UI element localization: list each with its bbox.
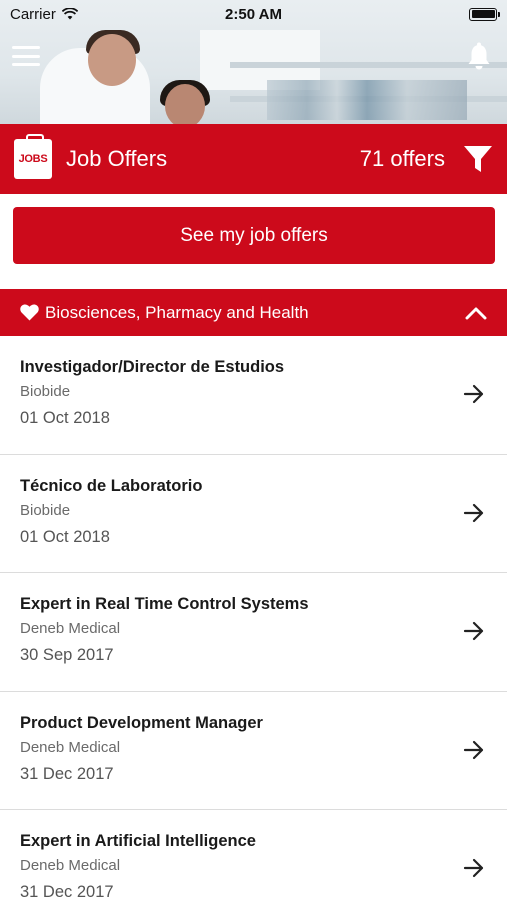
bell-icon[interactable] xyxy=(465,42,493,72)
arrow-right-icon xyxy=(463,858,484,878)
offer-date: 01 Oct 2018 xyxy=(20,409,110,427)
job-title: Técnico de Laboratorio xyxy=(20,476,203,495)
wifi-icon xyxy=(61,8,78,20)
see-my-job-offers-button[interactable]: See my job offers xyxy=(13,207,495,264)
job-offer-row[interactable]: Expert in Real Time Control Systems Dene… xyxy=(0,573,507,692)
hamburger-icon-line xyxy=(12,63,40,66)
hamburger-icon-line xyxy=(12,54,40,58)
category-label: Biosciences, Pharmacy and Health xyxy=(45,302,309,322)
carrier-label: Carrier xyxy=(10,5,56,23)
category-header-biosciences[interactable]: Biosciences, Pharmacy and Health xyxy=(0,289,507,336)
arrow-right-icon xyxy=(463,740,484,759)
page-title: Job Offers xyxy=(66,146,168,171)
job-offer-row[interactable]: Product Development Manager Deneb Medica… xyxy=(0,691,507,810)
company-name: Deneb Medical xyxy=(20,738,121,756)
status-bar: Carrier 2:50 AM xyxy=(0,0,507,28)
menu-button[interactable] xyxy=(12,44,40,68)
job-offer-row[interactable]: Técnico de Laboratorio Biobide 01 Oct 20… xyxy=(0,454,507,573)
filter-icon[interactable] xyxy=(463,144,493,174)
heart-icon xyxy=(20,304,39,321)
arrow-right-icon xyxy=(463,503,484,522)
job-offer-list: Investigador/Director de Estudios Biobid… xyxy=(0,336,507,900)
offer-date: 31 Dec 2017 xyxy=(20,764,114,783)
arrow-right-icon xyxy=(463,384,484,404)
jobs-badge-label: JOBS xyxy=(18,153,48,165)
chevron-up-icon[interactable] xyxy=(465,306,487,320)
battery-icon xyxy=(469,7,500,21)
offers-count: 71 offers xyxy=(359,146,445,171)
job-title: Investigador/Director de Estudios xyxy=(20,358,285,376)
job-offer-row[interactable]: Expert in Artificial Intelligence Deneb … xyxy=(0,810,507,900)
company-name: Biobide xyxy=(20,383,71,400)
job-title: Expert in Artificial Intelligence xyxy=(20,832,256,850)
jobs-briefcase-icon: JOBS xyxy=(14,134,52,179)
job-offer-row[interactable]: Investigador/Director de Estudios Biobid… xyxy=(0,336,507,455)
job-offers-header: JOBS Job Offers 71 offers xyxy=(0,124,507,194)
offer-date: 31 Dec 2017 xyxy=(20,883,114,900)
company-name: Deneb Medical xyxy=(20,857,121,874)
company-name: Deneb Medical xyxy=(20,620,121,637)
job-title: Product Development Manager xyxy=(20,713,263,732)
company-name: Biobide xyxy=(20,501,71,519)
arrow-right-icon xyxy=(463,621,484,641)
offer-date: 30 Sep 2017 xyxy=(20,646,114,664)
hamburger-icon-line xyxy=(12,46,40,49)
offer-date: 01 Oct 2018 xyxy=(20,527,110,546)
job-title: Expert in Real Time Control Systems xyxy=(20,595,309,613)
